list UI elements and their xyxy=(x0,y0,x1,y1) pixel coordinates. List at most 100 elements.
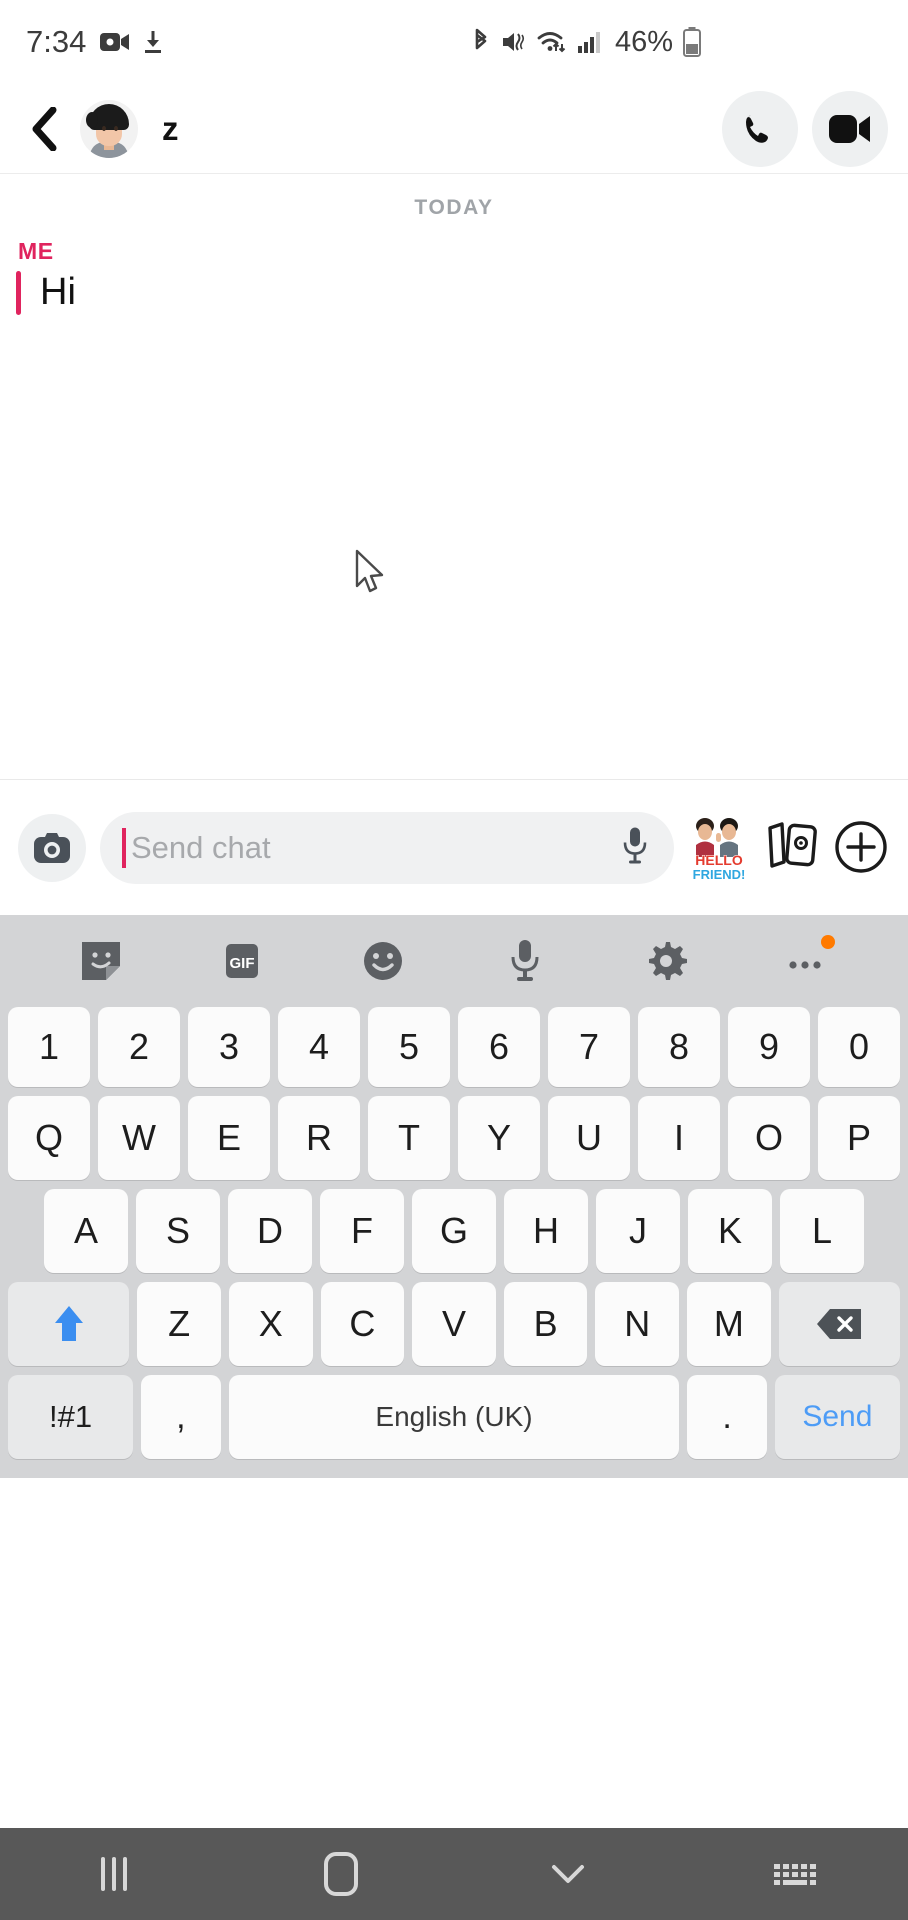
message-text: Hi xyxy=(40,271,76,313)
key-3[interactable]: 3 xyxy=(188,1007,270,1087)
message-row: Hi xyxy=(16,271,908,315)
key-q[interactable]: Q xyxy=(8,1096,90,1180)
shift-key[interactable] xyxy=(8,1282,130,1366)
switch-keyboard-button[interactable] xyxy=(681,1863,908,1885)
key-p[interactable]: P xyxy=(818,1096,900,1180)
header-actions xyxy=(722,84,888,174)
video-recording-icon xyxy=(100,31,130,53)
conversation-area: TODAY ME Hi xyxy=(0,174,908,780)
avatar-eye-right xyxy=(114,125,118,131)
mute-vibrate-icon xyxy=(501,29,527,55)
avatar[interactable] xyxy=(80,99,138,158)
key-6[interactable]: 6 xyxy=(458,1007,540,1087)
key-v[interactable]: V xyxy=(412,1282,496,1366)
symbols-key[interactable]: !#1 xyxy=(7,1375,134,1459)
key-h[interactable]: H xyxy=(504,1189,588,1273)
key-5[interactable]: 5 xyxy=(368,1007,450,1087)
back-button[interactable] xyxy=(22,106,68,152)
status-bar: 7:34 46% xyxy=(0,0,908,84)
sticker-icon[interactable] xyxy=(71,931,131,991)
key-2[interactable]: 2 xyxy=(98,1007,180,1087)
key-j[interactable]: J xyxy=(596,1189,680,1273)
contact-name[interactable]: z xyxy=(162,110,179,148)
key-z[interactable]: Z xyxy=(137,1282,221,1366)
chevron-down-icon xyxy=(551,1865,584,1883)
key-k[interactable]: K xyxy=(688,1189,772,1273)
wifi-icon xyxy=(536,29,568,55)
notification-badge xyxy=(821,935,836,949)
on-screen-keyboard: GIF 1 2 3 4 5 6 7 8 9 0 Q W E R T Y U I … xyxy=(0,915,908,1478)
download-icon xyxy=(144,30,162,54)
emoji-icon[interactable] xyxy=(353,931,413,991)
gif-icon[interactable]: GIF xyxy=(212,931,272,991)
home-icon xyxy=(323,1852,358,1896)
key-m[interactable]: M xyxy=(687,1282,771,1366)
key-f[interactable]: F xyxy=(320,1189,404,1273)
voice-call-button[interactable] xyxy=(722,91,798,167)
keyboard-row-space: !#1 , English (UK) . Send xyxy=(0,1375,908,1459)
settings-gear-icon[interactable] xyxy=(636,931,696,991)
key-l[interactable]: L xyxy=(780,1189,864,1273)
comma-key[interactable]: , xyxy=(141,1375,221,1459)
camera-button[interactable] xyxy=(18,813,86,882)
hello-friend-sticker[interactable]: HELLO FRIEND! xyxy=(688,813,750,883)
avatar-hair xyxy=(86,103,129,130)
home-button[interactable] xyxy=(227,1852,454,1896)
key-t[interactable]: T xyxy=(368,1096,450,1180)
dismiss-keyboard-button[interactable] xyxy=(454,1862,681,1886)
keyboard-row-home: A S D F G H J K L xyxy=(0,1189,908,1273)
key-x[interactable]: X xyxy=(228,1282,313,1366)
bluetooth-icon xyxy=(470,28,492,56)
space-key[interactable]: English (UK) xyxy=(228,1375,680,1459)
backspace-key[interactable] xyxy=(778,1282,901,1366)
video-call-button[interactable] xyxy=(812,91,888,167)
keyboard-switch-icon xyxy=(773,1863,816,1885)
period-key[interactable]: . xyxy=(687,1375,767,1459)
chat-input-bar: Send chat HELLO FRIEND! xyxy=(0,780,908,915)
send-key[interactable]: Send xyxy=(774,1375,901,1459)
key-g[interactable]: G xyxy=(412,1189,496,1273)
sticker-cards-icon[interactable] xyxy=(764,820,820,876)
key-r[interactable]: R xyxy=(278,1096,360,1180)
key-w[interactable]: W xyxy=(98,1096,180,1180)
key-o[interactable]: O xyxy=(728,1096,810,1180)
voice-input-icon[interactable] xyxy=(495,931,555,991)
key-y[interactable]: Y xyxy=(458,1096,540,1180)
status-bar-left: 7:34 xyxy=(26,24,162,60)
key-b[interactable]: B xyxy=(503,1282,588,1366)
key-s[interactable]: S xyxy=(136,1189,220,1273)
send-chat-placeholder: Send chat xyxy=(131,829,271,865)
keyboard-row-top: Q W E R T Y U I O P xyxy=(0,1096,908,1180)
status-time: 7:34 xyxy=(26,24,87,59)
key-9[interactable]: 9 xyxy=(728,1007,810,1087)
key-8[interactable]: 8 xyxy=(638,1007,720,1087)
more-options-icon[interactable] xyxy=(777,931,837,991)
key-1[interactable]: 1 xyxy=(8,1007,90,1087)
key-d[interactable]: D xyxy=(228,1189,312,1273)
message-item[interactable]: ME Hi xyxy=(0,238,908,315)
voice-note-icon[interactable] xyxy=(622,826,648,869)
svg-text:FRIEND!: FRIEND! xyxy=(693,867,746,882)
key-n[interactable]: N xyxy=(595,1282,680,1366)
date-divider: TODAY xyxy=(414,196,494,219)
send-chat-input[interactable]: Send chat xyxy=(100,811,674,884)
recents-icon xyxy=(100,1857,127,1891)
svg-text:HELLO: HELLO xyxy=(695,852,743,868)
svg-text:GIF: GIF xyxy=(229,955,254,972)
key-0[interactable]: 0 xyxy=(818,1007,900,1087)
key-u[interactable]: U xyxy=(548,1096,630,1180)
plus-circle-icon[interactable] xyxy=(834,820,890,876)
keyboard-row-bottom: Z X C V B N M xyxy=(0,1282,908,1366)
chat-header: z xyxy=(0,84,908,174)
avatar-eye-left xyxy=(102,125,106,131)
key-a[interactable]: A xyxy=(44,1189,128,1273)
keyboard-toolbar: GIF xyxy=(0,915,908,1007)
key-i[interactable]: I xyxy=(638,1096,720,1180)
recents-button[interactable] xyxy=(0,1857,227,1891)
key-7[interactable]: 7 xyxy=(548,1007,630,1087)
mouse-cursor-icon xyxy=(355,549,389,602)
key-4[interactable]: 4 xyxy=(278,1007,360,1087)
key-e[interactable]: E xyxy=(188,1096,270,1180)
text-caret xyxy=(122,827,126,868)
key-c[interactable]: C xyxy=(320,1282,405,1366)
